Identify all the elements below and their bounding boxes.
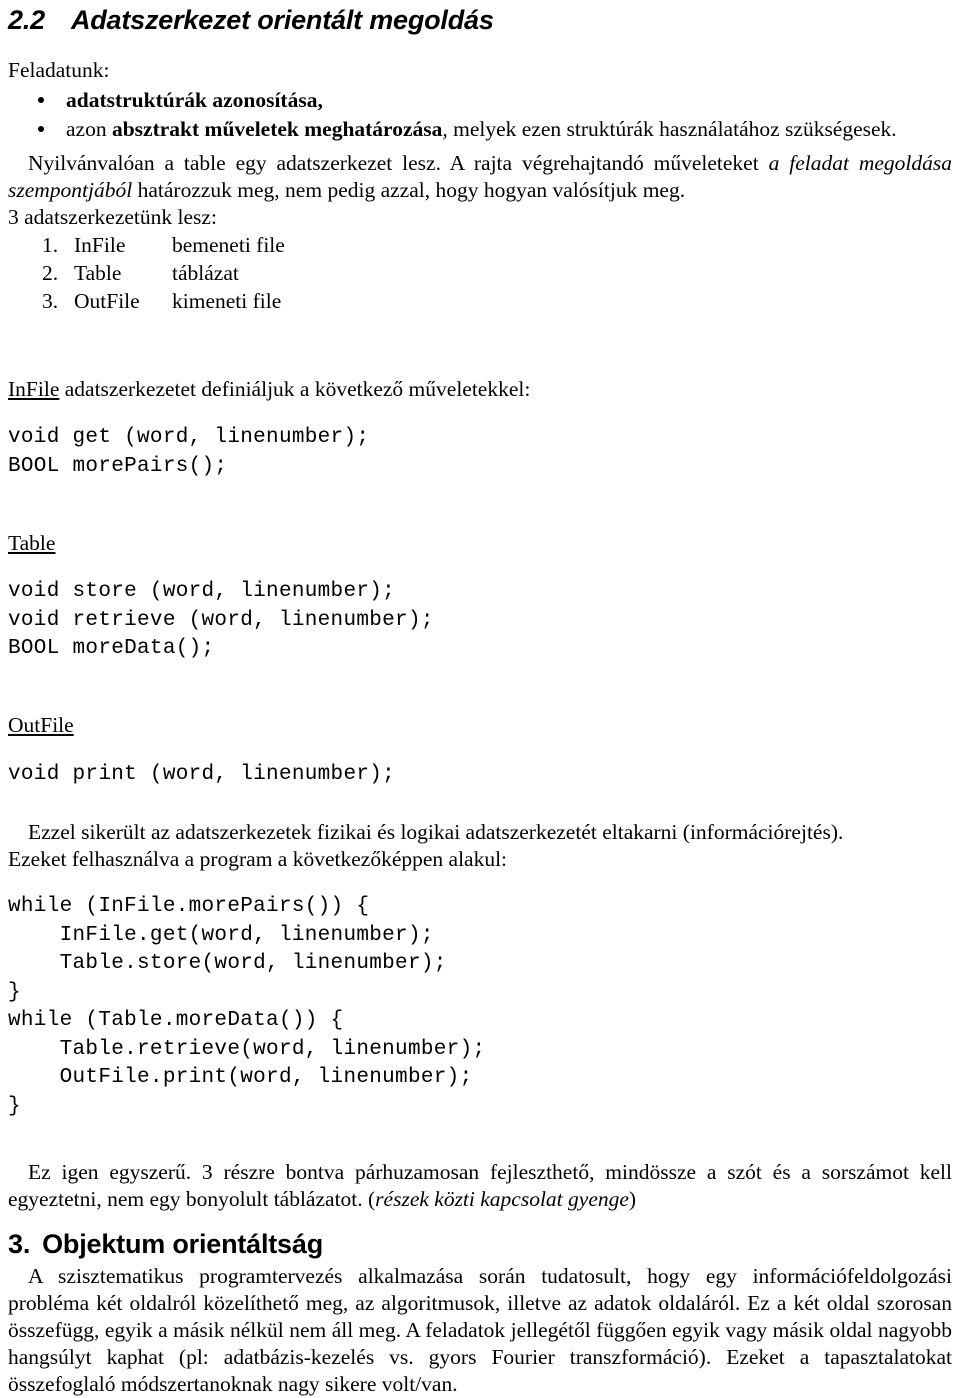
list-item: adatstruktúrák azonosítása,: [8, 86, 952, 114]
infile-code-block: void get (word, linenumber); BOOL morePa…: [8, 426, 370, 478]
paragraph-italic-phrase: részek közti kapcsolat gyenge: [375, 1187, 629, 1211]
list-item-name: OutFile: [74, 289, 140, 313]
bullet-bold-text: absztrakt műveletek meghatározása: [111, 117, 443, 141]
bullet-bold-text: adatstruktúrák azonosítása,: [66, 88, 323, 112]
list-item-description: táblázat: [172, 261, 239, 285]
structure-numbered-list: 1. InFile bemeneti file 2. Table táblázat 3.…: [8, 231, 952, 315]
task-label: Feladatunk:: [8, 58, 110, 82]
table-code-block: void store (word, linenumber); void retr…: [8, 580, 434, 660]
list-item-number: 3.: [42, 289, 59, 313]
outfile-section-label: OutFile: [8, 711, 952, 739]
structure-count-line: 3 adatszerkezetünk lesz:: [8, 205, 217, 229]
paragraph-table-structure: Nyilvánvalóan a table egy adatszerkezet …: [8, 150, 952, 204]
outfile-label: OutFile: [8, 713, 74, 737]
section-heading-3: 3. Objektum orientáltság: [8, 1227, 952, 1261]
document-page: 2.2 Adatszerkezet orientált megoldás Fela…: [0, 0, 960, 1396]
task-bullet-list: adatstruktúrák azonosítása, azon absztra…: [8, 86, 952, 143]
document-content: 2.2 Adatszerkezet orientált megoldás Fela…: [8, 4, 952, 1398]
paragraph-usage-intro: Ezeket felhasználva a program a következ…: [8, 847, 508, 871]
list-item: 1. InFile bemeneti file: [8, 231, 952, 259]
list-item: 2. Table táblázat: [8, 259, 952, 287]
section-title: Objektum orientáltság: [42, 1229, 323, 1259]
table-label: Table: [8, 530, 56, 555]
paragraph-part-2: ): [628, 1187, 637, 1211]
list-item-number: 1.: [42, 233, 59, 257]
section-title: Adatszerkezet orientált megoldás: [70, 5, 494, 35]
infile-intro-rest: adatszerkezetet definiáljuk a következő …: [59, 376, 531, 401]
list-item-name: InFile: [74, 233, 126, 257]
paragraph-part-1: Nyilvánvalóan a table egy adatszerkezet …: [28, 151, 769, 175]
infile-label: InFile: [8, 376, 60, 401]
list-item-name: Table: [74, 261, 122, 285]
paragraph-part-2: határozzuk meg, nem pedig azzal, hogy ho…: [132, 178, 686, 202]
section-number: 3.: [8, 1229, 31, 1259]
bullet-rest-text: , melyek ezen struktúrák használatához s…: [442, 117, 897, 141]
paragraph-information-hiding: Ezzel sikerült az adatszerkezetek fizika…: [28, 820, 844, 844]
list-item: 3. OutFile kimeneti file: [8, 287, 952, 315]
infile-intro-line: InFile adatszerkezetet definiáljuk a köv…: [8, 375, 952, 403]
list-item: azon absztrakt műveletek meghatározása, …: [8, 115, 952, 143]
table-section-label: Table: [8, 529, 952, 557]
section-number: 2.2: [8, 5, 45, 35]
program-code-block: while (InFile.morePairs()) { InFile.get(…: [8, 895, 486, 1118]
bullet-dot-icon: [38, 97, 44, 103]
list-item-number: 2.: [42, 261, 59, 285]
bullet-dot-icon: [38, 126, 44, 132]
paragraph-object-orientation: A szisztematikus programtervezés alkalma…: [8, 1264, 952, 1396]
outfile-code-block: void print (word, linenumber);: [8, 762, 396, 786]
list-item-description: kimeneti file: [172, 289, 282, 313]
list-item-description: bemeneti file: [172, 233, 285, 257]
bullet-lead-text: azon: [66, 117, 112, 141]
section-heading-2-2: 2.2 Adatszerkezet orientált megoldás: [8, 4, 952, 36]
paragraph-simplicity: Ez igen egyszerű. 3 részre bontva párhuz…: [8, 1159, 952, 1213]
